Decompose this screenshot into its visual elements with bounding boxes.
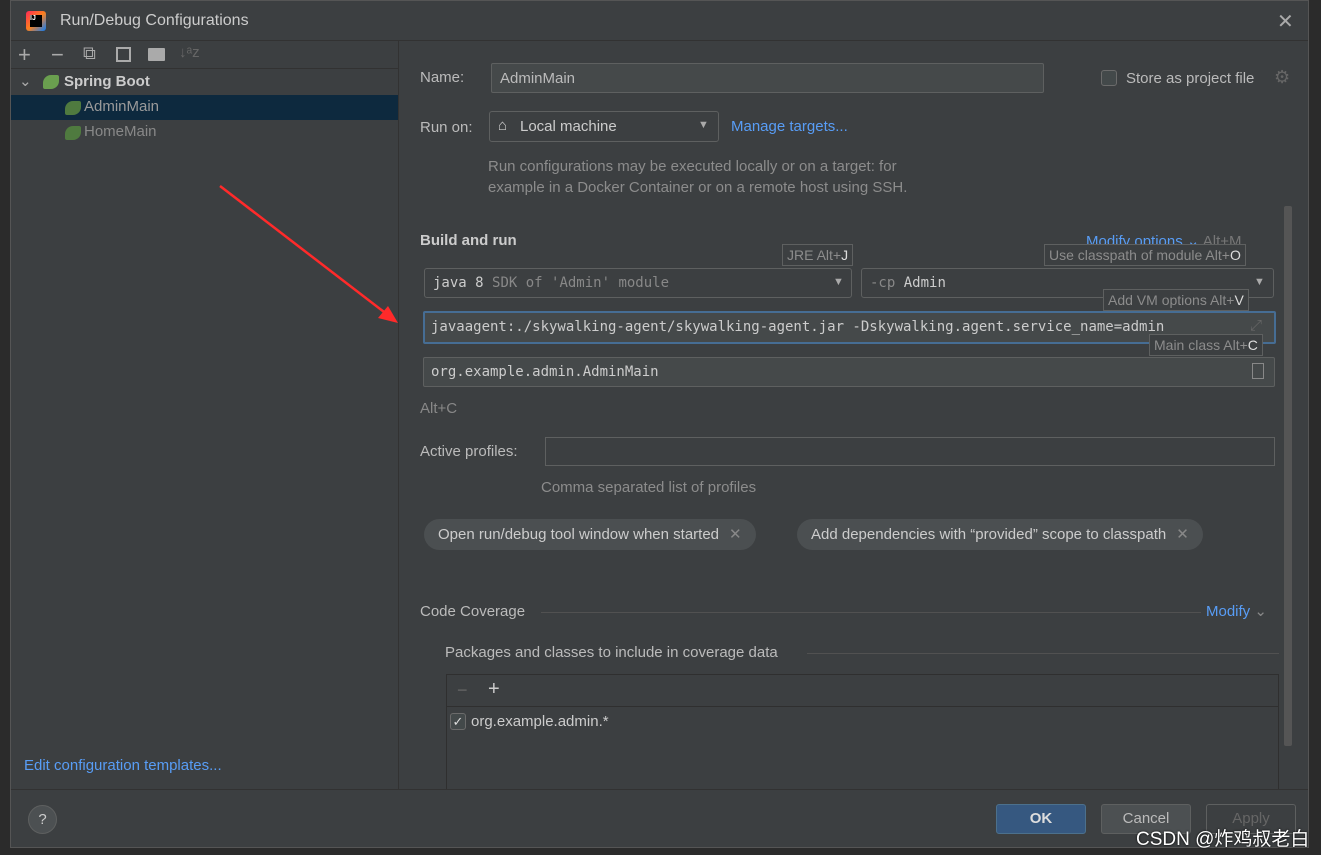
- arrow-shaft: [219, 185, 389, 316]
- red-arrow-annotation: [219, 185, 398, 323]
